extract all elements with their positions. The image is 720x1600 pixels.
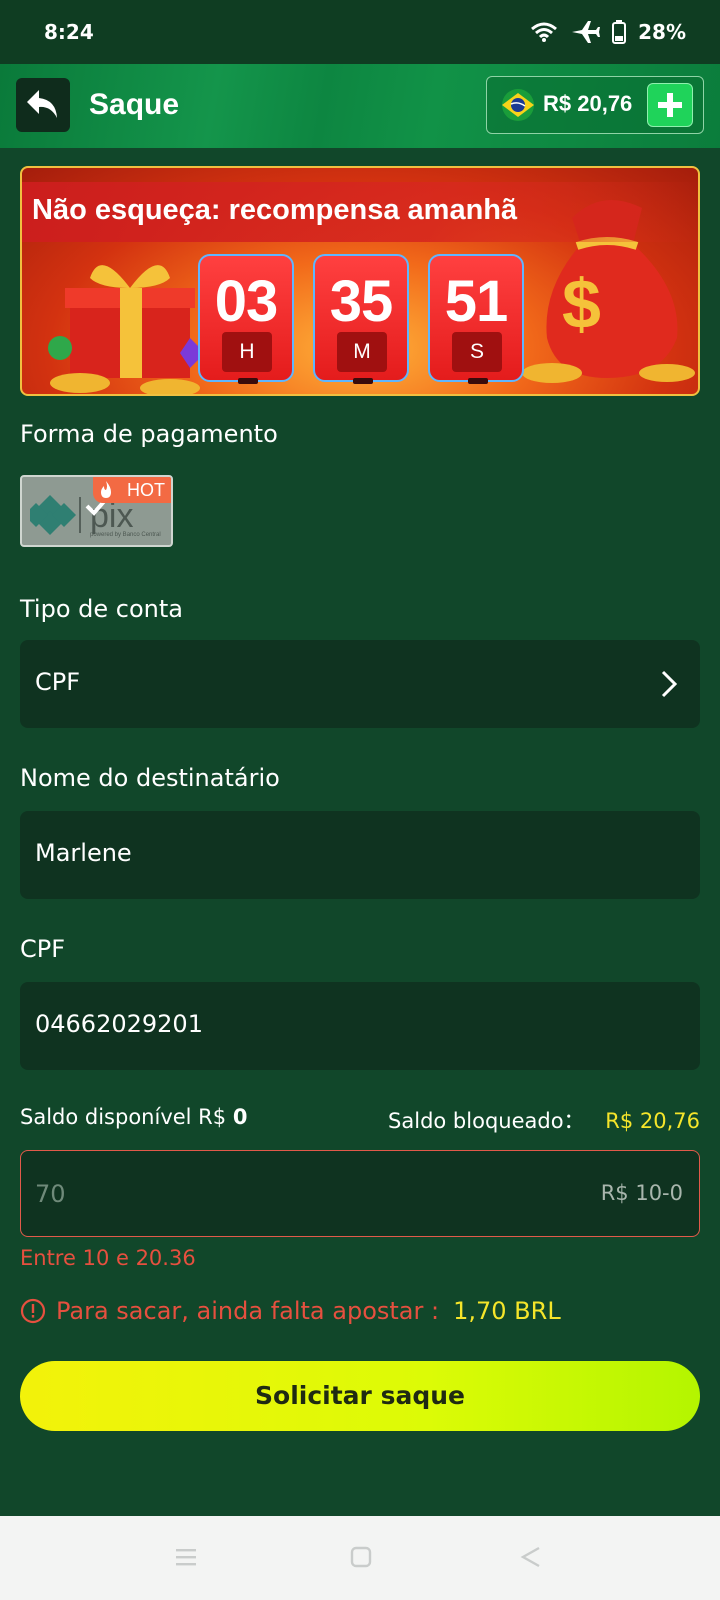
banner-title: Não esqueça: recompensa amanhã bbox=[32, 194, 518, 226]
home-icon[interactable] bbox=[349, 1546, 373, 1568]
warning-amount: 1,70 BRL bbox=[453, 1297, 561, 1325]
plus-icon bbox=[658, 93, 682, 117]
battery-icon bbox=[612, 20, 627, 44]
status-bar: 8:24 28% bbox=[0, 0, 720, 64]
back-arrow-icon bbox=[27, 90, 57, 118]
brazil-flag-icon bbox=[502, 89, 534, 121]
warning-text: Para sacar, ainda falta apostar : bbox=[56, 1297, 440, 1325]
withdraw-amount-input[interactable] bbox=[35, 1173, 435, 1215]
timer-hours-unit: H bbox=[222, 332, 272, 372]
withdraw-amount-field[interactable]: R$ 10-0 bbox=[20, 1150, 700, 1237]
cpf-label: CPF bbox=[20, 935, 66, 963]
recipient-name-label: Nome do destinatário bbox=[20, 764, 280, 792]
recipient-name-field[interactable]: Marlene bbox=[20, 811, 700, 899]
timer-notch bbox=[468, 378, 488, 384]
timer-seconds-value: 51 bbox=[444, 269, 509, 334]
chevron-right-icon bbox=[661, 670, 678, 698]
status-icons: 28% bbox=[530, 19, 686, 45]
amount-range-hint: R$ 10-0 bbox=[600, 1181, 683, 1205]
cpf-field[interactable]: 04662029201 bbox=[20, 982, 700, 1070]
blocked-balance-label: Saldo bloqueado： bbox=[388, 1109, 585, 1133]
request-withdrawal-button[interactable]: Solicitar saque bbox=[20, 1361, 700, 1431]
alert-circle-icon bbox=[20, 1298, 46, 1324]
payment-method-label: Forma de pagamento bbox=[20, 420, 278, 448]
timer-hours: 03 H bbox=[198, 254, 294, 384]
timer-seconds-unit: S bbox=[452, 332, 502, 372]
timer-minutes: 35 M bbox=[313, 254, 409, 384]
gift-box-icon bbox=[48, 265, 205, 394]
timer-hours-value: 03 bbox=[214, 269, 279, 334]
wifi-icon bbox=[531, 22, 558, 42]
amount-error-text: Entre 10 e 20.36 bbox=[20, 1246, 196, 1270]
app-header: Saque R$ 20,76 bbox=[0, 64, 720, 148]
status-time: 8:24 bbox=[44, 20, 94, 44]
deposit-button[interactable] bbox=[647, 83, 693, 127]
account-type-label: Tipo de conta bbox=[20, 595, 183, 623]
timer-minutes-unit: M bbox=[337, 332, 387, 372]
available-balance: Saldo disponível R$ 0 bbox=[20, 1105, 247, 1129]
svg-text:powered by Banco Central: powered by Banco Central bbox=[90, 532, 161, 538]
bet-requirement-warning: Para sacar, ainda falta apostar : 1,70 B… bbox=[20, 1293, 561, 1329]
available-balance-value: 0 bbox=[232, 1105, 248, 1129]
hot-badge-text: HOT bbox=[127, 480, 165, 500]
blocked-balance-value: R$ 20,76 bbox=[605, 1109, 700, 1133]
timer-minutes-value: 35 bbox=[329, 269, 394, 334]
back-button[interactable] bbox=[16, 78, 70, 132]
timer-notch bbox=[238, 378, 258, 384]
svg-text:$: $ bbox=[562, 265, 601, 343]
pix-payment-option[interactable]: pix powered by Banco Central HOT bbox=[20, 475, 173, 547]
timer-seconds: 51 S bbox=[428, 254, 524, 384]
battery-percent: 28% bbox=[638, 20, 686, 44]
airplane-icon bbox=[572, 21, 601, 43]
account-type-value: CPF bbox=[35, 668, 81, 696]
account-type-select[interactable]: CPF bbox=[20, 640, 700, 728]
back-nav-icon[interactable] bbox=[519, 1546, 543, 1568]
hot-badge: HOT bbox=[93, 477, 171, 503]
timer-notch bbox=[353, 378, 373, 384]
blocked-balance: Saldo bloqueado： R$ 20,76 bbox=[388, 1105, 700, 1135]
reward-banner[interactable]: $ Não esqueça: recompensa amanhã 03 H 35… bbox=[20, 166, 700, 396]
recipient-name-value: Marlene bbox=[35, 839, 132, 867]
available-balance-label: Saldo disponível R$ bbox=[20, 1105, 227, 1129]
cpf-value: 04662029201 bbox=[35, 1010, 203, 1038]
fire-icon bbox=[101, 481, 111, 498]
recents-icon[interactable] bbox=[174, 1546, 198, 1568]
system-nav-bar bbox=[0, 1516, 720, 1600]
header-balance: R$ 20,76 bbox=[543, 91, 633, 116]
page-title: Saque bbox=[89, 88, 180, 121]
balance-box: R$ 20,76 bbox=[486, 76, 704, 134]
balance-info-row: Saldo disponível R$ 0 Saldo bloqueado： R… bbox=[20, 1105, 700, 1135]
